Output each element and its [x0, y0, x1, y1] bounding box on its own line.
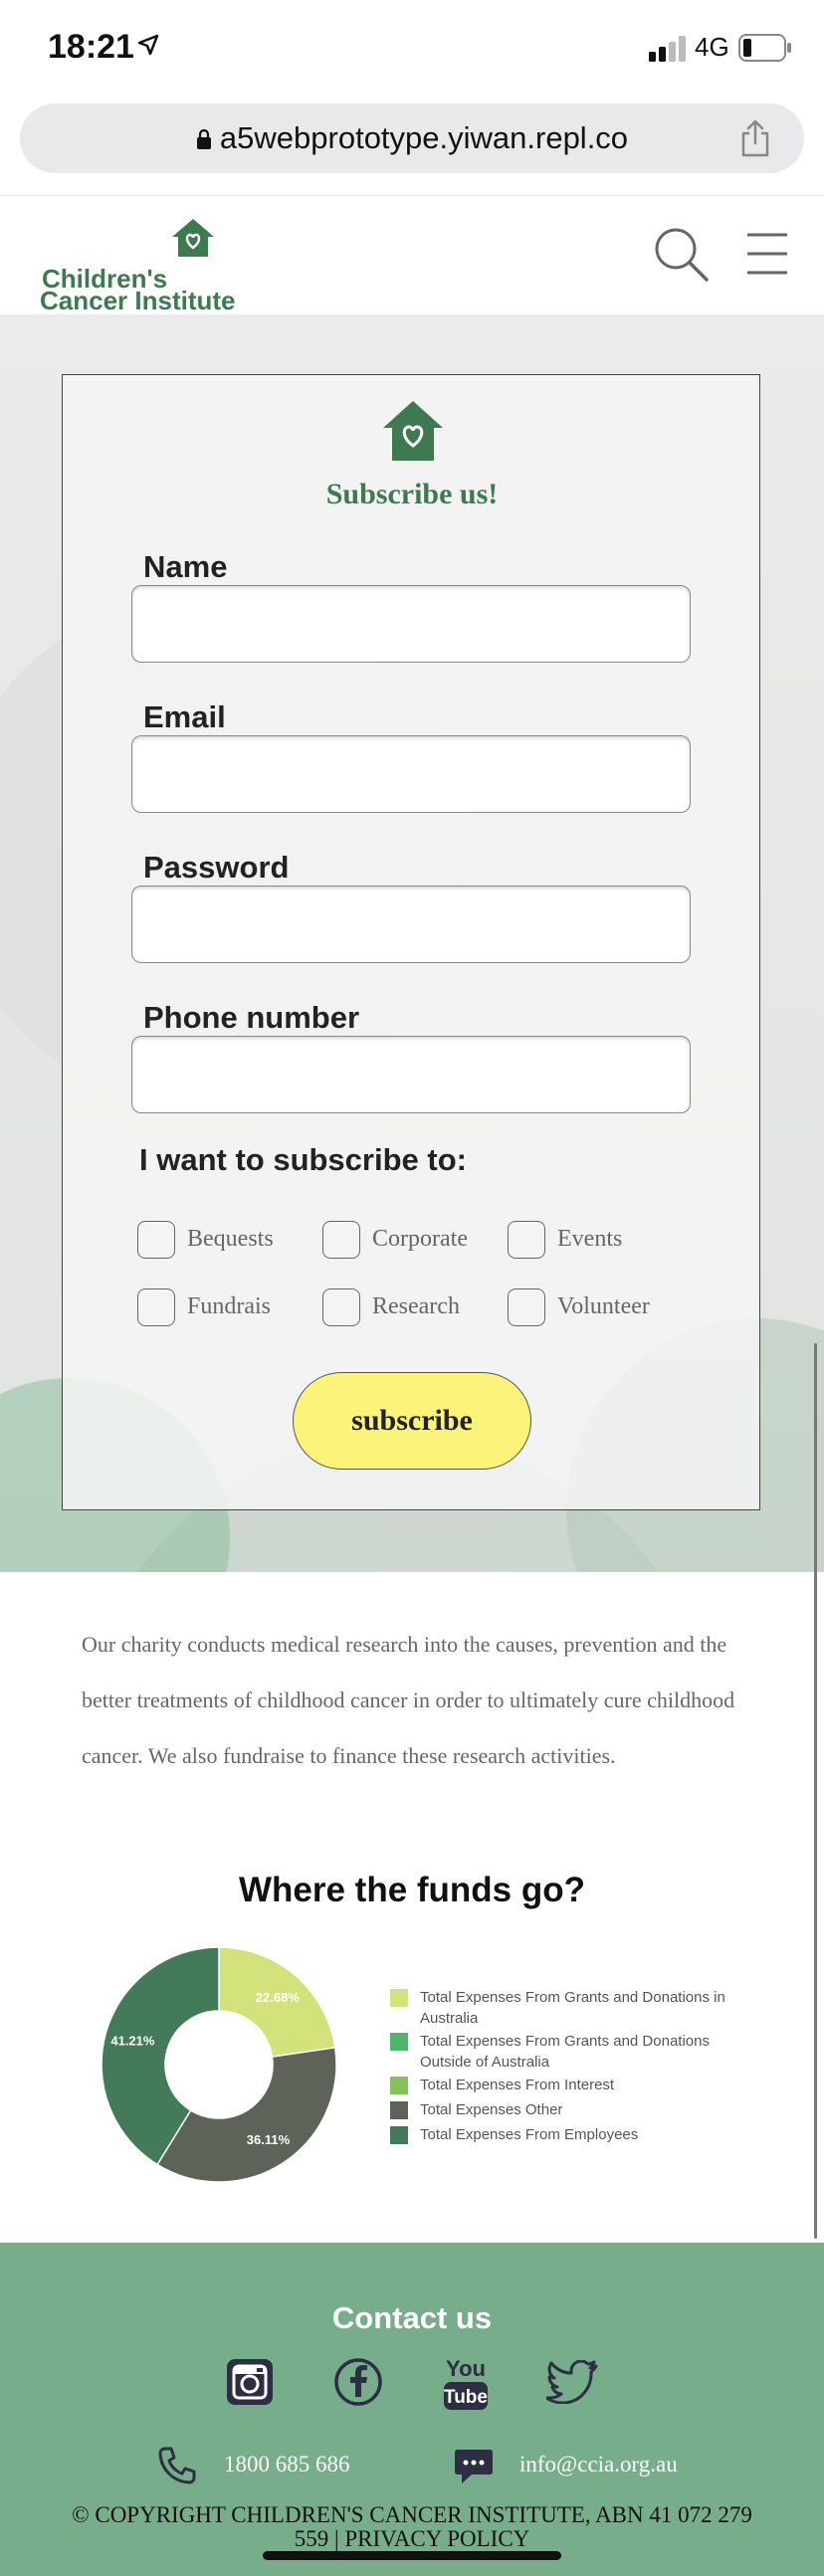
signal-icon [649, 36, 686, 62]
chat-icon [455, 2450, 493, 2483]
legend-swatch [390, 2101, 408, 2119]
copyright-line1: © COPYRIGHT CHILDREN'S CANCER INSTITUTE,… [72, 2502, 752, 2527]
name-label: Name [143, 549, 228, 584]
svg-text:You: You [446, 2356, 486, 2381]
checkbox-bequests[interactable] [137, 1221, 175, 1259]
option-label: Fundrais [187, 1293, 271, 1319]
option-label: Volunteer [557, 1293, 650, 1319]
option-label: Events [557, 1226, 623, 1252]
checkbox-volunteer[interactable] [508, 1288, 545, 1326]
option-label: Bequests [187, 1226, 274, 1252]
pie-data-label: 36.11% [247, 2132, 291, 2147]
house-heart-icon [383, 401, 443, 461]
share-icon[interactable] [740, 119, 770, 157]
legend-swatch [390, 1989, 408, 2007]
status-time: 18:21 [48, 28, 134, 66]
form-title: Subscribe us! [325, 478, 499, 510]
twitter-icon[interactable] [546, 2360, 598, 2404]
copyright: © COPYRIGHT CHILDREN'S CANCER INSTITUTE,… [40, 2503, 784, 2551]
name-field[interactable] [131, 585, 691, 663]
legend-label: Total Expenses From Employees [420, 2126, 639, 2143]
password-label: Password [143, 850, 290, 885]
password-field[interactable] [131, 886, 691, 963]
funds-donut-chart: 22.68% 36.11% 41.21% [101, 1946, 337, 2183]
svg-text:Tube: Tube [444, 2387, 488, 2408]
search-icon[interactable] [653, 226, 709, 282]
checkbox-corporate[interactable] [322, 1221, 360, 1259]
home-indicator[interactable] [263, 2551, 561, 2560]
legend-label: Total Expenses From Grants and Donations… [420, 2033, 710, 2071]
checkbox-events[interactable] [508, 1221, 545, 1259]
site-header: Children's Cancer Institute [0, 195, 824, 315]
contact-title: Contact us [331, 2300, 493, 2335]
facebook-icon[interactable] [333, 2357, 383, 2407]
about-text: Our charity conducts medical research in… [82, 1632, 735, 1768]
email-label: Email [143, 699, 226, 734]
phone-icon [158, 2447, 196, 2484]
legend-label: Total Expenses Other [420, 2101, 563, 2118]
chart-title: Where the funds go? [238, 1871, 586, 1909]
youtube-icon[interactable]: You Tube [442, 2352, 490, 2412]
chart-legend: Total Expenses From Grants and Donations… [390, 1987, 748, 2166]
url-text[interactable]: a5webprototype.yiwan.repl.co [20, 103, 804, 173]
pie-data-label: 22.68% [256, 1990, 301, 2005]
option-label: Corporate [372, 1226, 468, 1252]
subscribe-button[interactable]: subscribe [293, 1372, 531, 1470]
email-field[interactable] [131, 735, 691, 813]
logo-line2: Cancer Institute [40, 286, 236, 315]
house-heart-icon [172, 219, 214, 257]
legend-label: Total Expenses From Grants and Donations… [420, 1989, 725, 2027]
subscribe-to-label: I want to subscribe to: [139, 1142, 467, 1177]
option-label: Research [372, 1293, 460, 1319]
pie-data-label: 41.21% [110, 2033, 155, 2048]
instagram-icon[interactable] [225, 2357, 275, 2407]
footer-phone[interactable]: 1800 685 686 [224, 2452, 350, 2477]
status-bar: 18:21 4G [0, 0, 824, 96]
checkbox-research[interactable] [322, 1288, 360, 1326]
checkbox-fundrais[interactable] [137, 1288, 175, 1326]
scrollbar[interactable] [814, 1343, 817, 2239]
footer-email[interactable]: info@ccia.org.au [519, 2452, 678, 2477]
legend-swatch [390, 2077, 408, 2094]
legend-label: Total Expenses From Interest [420, 2077, 615, 2093]
location-arrow-icon [137, 34, 159, 56]
legend-swatch [390, 2033, 408, 2051]
address-bar[interactable]: a5webprototype.yiwan.repl.co [20, 103, 804, 173]
legend-swatch [390, 2126, 408, 2144]
site-logo[interactable]: Children's Cancer Institute [38, 218, 257, 313]
network-type: 4G [695, 32, 729, 62]
privacy-policy-link[interactable]: 559 | PRIVACY POLICY [40, 2527, 784, 2551]
phone-label: Phone number [143, 1000, 360, 1035]
phone-field[interactable] [131, 1036, 691, 1113]
battery-icon [738, 34, 791, 62]
url-label: a5webprototype.yiwan.repl.co [219, 120, 629, 155]
lock-icon [196, 105, 212, 175]
menu-icon[interactable] [746, 232, 788, 276]
